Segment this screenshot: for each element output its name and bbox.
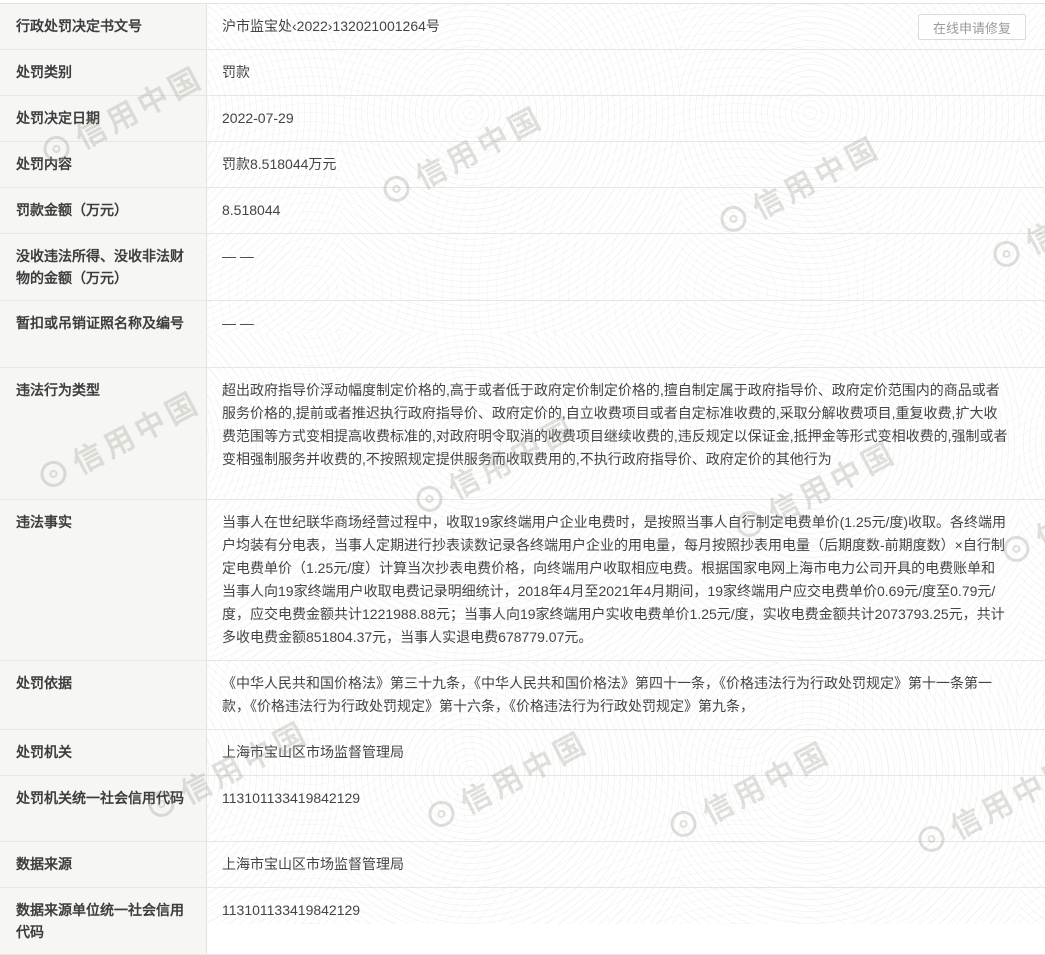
row-label: 违法事实	[0, 500, 207, 660]
decision-date-text: 2022-07-29	[222, 110, 294, 126]
license-revocation-text: — —	[222, 315, 254, 331]
row-label: 没收违法所得、没收非法财物的金额（万元）	[0, 234, 207, 300]
violation-facts-text: 当事人在世纪联华商场经营过程中，收取19家终端用户企业电费时，是按照当事人自行制…	[222, 514, 1006, 645]
source-credit-code-text: 113101133419842129	[222, 902, 360, 918]
row-value: 当事人在世纪联华商场经营过程中，收取19家终端用户企业电费时，是按照当事人自行制…	[207, 500, 1045, 660]
row-value: 113101133419842129	[207, 888, 1045, 954]
row-label: 违法行为类型	[0, 368, 207, 499]
row-value: 罚款8.518044万元	[207, 142, 1045, 187]
row-value: 罚款	[207, 50, 1045, 95]
table-row-fine-amount: 罚款金额（万元） 8.518044	[0, 188, 1045, 234]
table-row-penalty-authority: 处罚机关 上海市宝山区市场监督管理局	[0, 730, 1045, 776]
fine-amount-text: 8.518044	[222, 202, 280, 218]
violation-type-text: 超出政府指导价浮动幅度制定价格的,高于或者低于政府定价制定价格的,擅自制定属于政…	[222, 382, 1008, 467]
table-row-violation-type: 违法行为类型 超出政府指导价浮动幅度制定价格的,高于或者低于政府定价制定价格的,…	[0, 368, 1045, 500]
row-value: — —	[207, 234, 1045, 300]
authority-credit-code-text: 113101133419842129	[222, 790, 360, 806]
row-value: 沪市监宝处‹2022›132021001264号 在线申请修复	[207, 4, 1045, 49]
table-row-document-number: 行政处罚决定书文号 沪市监宝处‹2022›132021001264号 在线申请修…	[0, 4, 1045, 50]
table-row-penalty-category: 处罚类别 罚款	[0, 50, 1045, 96]
row-label: 数据来源单位统一社会信用代码	[0, 888, 207, 954]
row-value: 上海市宝山区市场监督管理局	[207, 730, 1045, 775]
row-label: 处罚类别	[0, 50, 207, 95]
row-label: 处罚依据	[0, 661, 207, 729]
row-value: 上海市宝山区市场监督管理局	[207, 842, 1045, 887]
penalty-category-text: 罚款	[222, 64, 250, 80]
row-label: 处罚决定日期	[0, 96, 207, 141]
online-repair-request-button[interactable]: 在线申请修复	[918, 14, 1026, 40]
row-value: 113101133419842129	[207, 776, 1045, 841]
row-value: 《中华人民共和国价格法》第三十九条，《中华人民共和国价格法》第四十一条，《价格违…	[207, 661, 1045, 729]
row-label: 数据来源	[0, 842, 207, 887]
confiscation-amount-text: — —	[222, 248, 254, 264]
row-label: 处罚机关	[0, 730, 207, 775]
penalty-basis-text: 《中华人民共和国价格法》第三十九条，《中华人民共和国价格法》第四十一条，《价格违…	[222, 675, 992, 714]
row-label: 暂扣或吊销证照名称及编号	[0, 301, 207, 367]
penalty-authority-text: 上海市宝山区市场监督管理局	[222, 744, 404, 760]
row-label: 处罚机关统一社会信用代码	[0, 776, 207, 841]
row-label: 罚款金额（万元）	[0, 188, 207, 233]
data-source-text: 上海市宝山区市场监督管理局	[222, 856, 404, 872]
row-value: 超出政府指导价浮动幅度制定价格的,高于或者低于政府定价制定价格的,擅自制定属于政…	[207, 368, 1045, 499]
table-row-penalty-basis: 处罚依据 《中华人民共和国价格法》第三十九条，《中华人民共和国价格法》第四十一条…	[0, 661, 1045, 730]
row-value: — —	[207, 301, 1045, 367]
table-row-decision-date: 处罚决定日期 2022-07-29	[0, 96, 1045, 142]
row-label: 行政处罚决定书文号	[0, 4, 207, 49]
table-row-license-revocation: 暂扣或吊销证照名称及编号 — —	[0, 301, 1045, 368]
row-value: 8.518044	[207, 188, 1045, 233]
penalty-content-text: 罚款8.518044万元	[222, 156, 336, 172]
table-row-data-source: 数据来源 上海市宝山区市场监督管理局	[0, 842, 1045, 888]
table-row-authority-credit-code: 处罚机关统一社会信用代码 113101133419842129	[0, 776, 1045, 842]
table-row-confiscation-amount: 没收违法所得、没收非法财物的金额（万元） — —	[0, 234, 1045, 301]
penalty-detail-table: 行政处罚决定书文号 沪市监宝处‹2022›132021001264号 在线申请修…	[0, 3, 1045, 955]
row-label: 处罚内容	[0, 142, 207, 187]
table-row-penalty-content: 处罚内容 罚款8.518044万元	[0, 142, 1045, 188]
table-row-source-credit-code: 数据来源单位统一社会信用代码 113101133419842129	[0, 888, 1045, 955]
table-row-violation-facts: 违法事实 当事人在世纪联华商场经营过程中，收取19家终端用户企业电费时，是按照当…	[0, 500, 1045, 661]
document-number-text: 沪市监宝处‹2022›132021001264号	[222, 18, 440, 34]
row-value: 2022-07-29	[207, 96, 1045, 141]
